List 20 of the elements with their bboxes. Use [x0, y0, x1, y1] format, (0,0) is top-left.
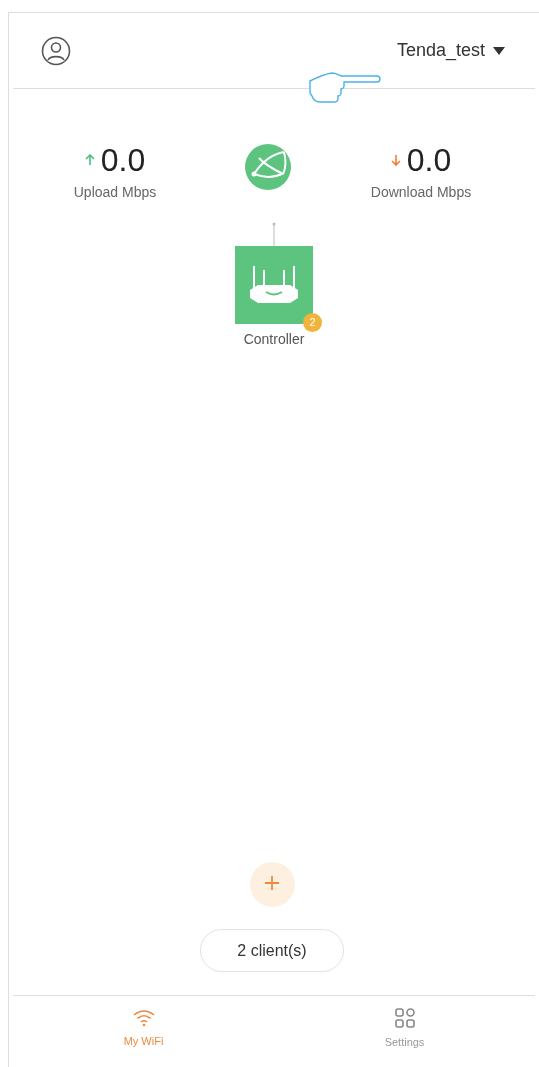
- add-button[interactable]: [249, 862, 295, 907]
- clients-button[interactable]: 2 client(s): [200, 929, 344, 972]
- plus-icon: [264, 875, 280, 891]
- speed-label: Upload Mbps: [73, 183, 157, 202]
- router-icon: [248, 266, 300, 304]
- connector-line: [271, 221, 277, 246]
- count-badge: 2: [303, 313, 322, 332]
- down-arrow-icon: [390, 154, 401, 166]
- speed-value: 0.0: [100, 144, 146, 176]
- device-label: Controller: [243, 330, 305, 349]
- account-icon[interactable]: [41, 35, 71, 66]
- speed-label: Download Mbps: [370, 183, 472, 202]
- caret-icon: [493, 46, 505, 55]
- network-dropdown[interactable]: Tenda_test: [396, 37, 505, 64]
- up-arrow-icon: [84, 154, 95, 166]
- globe-icon: [245, 144, 291, 190]
- grid-icon: [394, 1008, 415, 1029]
- speed-value: 0.0: [406, 144, 452, 176]
- router-tile[interactable]: [235, 246, 313, 324]
- wifi-icon: [132, 1009, 155, 1028]
